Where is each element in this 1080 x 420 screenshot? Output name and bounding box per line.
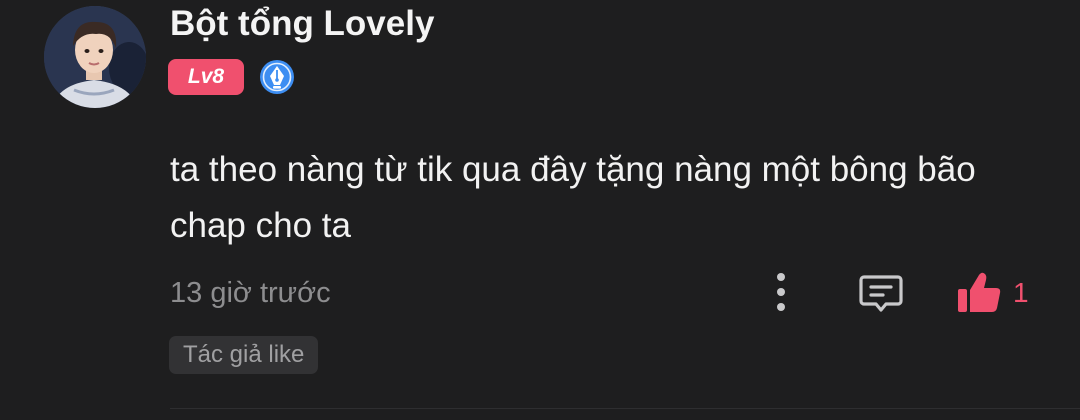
comment-item: Bột tổng Lovely Lv8 ta theo nàng từ tik … (0, 0, 1080, 420)
reply-button[interactable] (858, 270, 904, 316)
author-liked-label: Tác giả like (183, 341, 305, 368)
more-vertical-icon-dot (777, 303, 785, 311)
comment-reply-icon (859, 275, 903, 312)
thumbs-up-icon (958, 272, 1001, 312)
divider (170, 408, 1080, 409)
username[interactable]: Bột tổng Lovely (170, 4, 434, 44)
author-liked-tag: Tác giả like (169, 336, 319, 374)
comment-text: ta theo nàng từ tik qua đây tặng nàng mộ… (170, 150, 976, 245)
timestamp: 13 giờ trước (170, 277, 331, 309)
avatar-image (44, 6, 146, 108)
more-vertical-icon (777, 273, 785, 281)
more-options-button[interactable] (762, 270, 800, 314)
more-vertical-icon-dot (777, 288, 785, 296)
fountain-pen-icon (259, 59, 295, 95)
like-button[interactable]: 1 (955, 270, 1029, 316)
level-badge: Lv8 (168, 59, 244, 95)
avatar[interactable] (44, 6, 146, 108)
like-count: 1 (1013, 277, 1029, 308)
level-badge-text: Lv8 (187, 65, 225, 88)
